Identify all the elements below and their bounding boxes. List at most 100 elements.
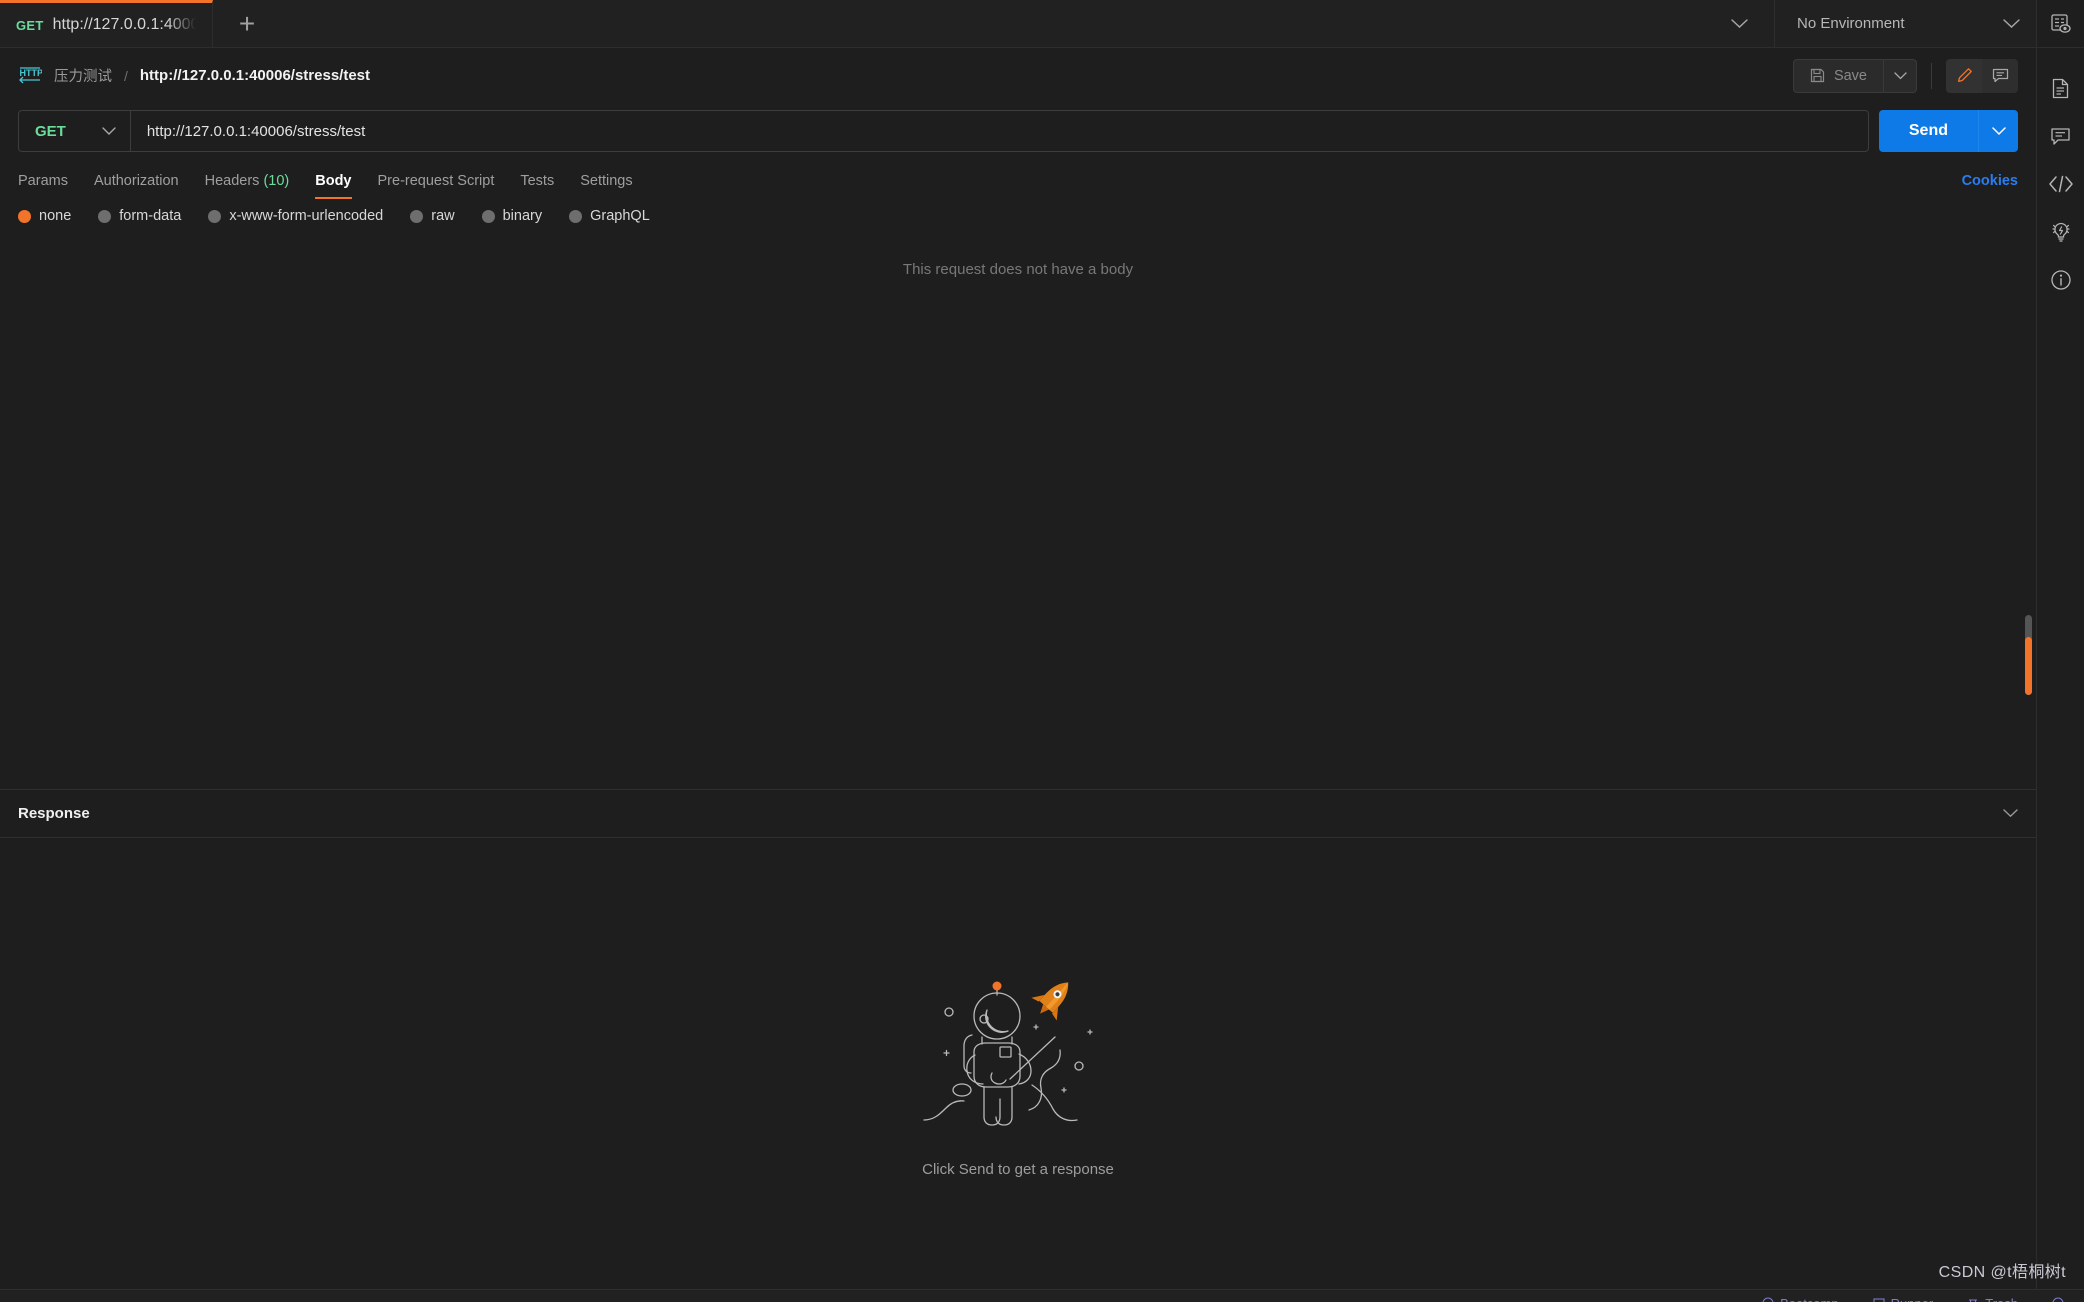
main-column: GET http://127.0.0.1:40006/stress/test +… [0,0,2036,1302]
cookies-link[interactable]: Cookies [1962,173,2018,199]
tab-tests[interactable]: Tests [507,173,567,199]
tab-params[interactable]: Params [18,173,81,199]
lightbulb-info-icon [2050,221,2072,243]
help-icon [2052,1297,2064,1302]
status-bar-right-group: Bootcamp Runner Trash [1762,1290,2084,1302]
body-type-urlencoded[interactable]: x-www-form-urlencoded [208,208,383,224]
radio-dot-icon [410,209,424,223]
svg-text:HTTP: HTTP [20,68,43,78]
status-bar-bootcamp[interactable]: Bootcamp [1762,1296,1839,1302]
tab-pre-request-script-label: Pre-request Script [377,173,495,189]
tab-list-chevron-button[interactable] [1704,0,1774,47]
body-type-none[interactable]: none [18,208,71,224]
scrollbar-thumb[interactable] [2025,637,2032,695]
radio-dot-icon [569,209,583,223]
tab-settings-label: Settings [580,173,633,189]
lightbulb-info-button[interactable] [2037,208,2084,256]
divider [1931,62,1932,89]
tab-body[interactable]: Body [302,173,364,199]
save-button-group: Save [1792,58,1917,93]
body-type-binary[interactable]: binary [481,208,543,224]
documentation-button[interactable] [2037,64,2084,112]
environment-quick-look-button[interactable] [2036,0,2084,48]
pencil-icon [1956,67,1973,84]
body-type-urlencoded-label: x-www-form-urlencoded [229,208,384,224]
tab-pre-request-script[interactable]: Pre-request Script [365,173,508,199]
tab-headers[interactable]: Headers (10) [192,173,303,199]
chevron-down-icon [1991,126,2006,136]
comment-button[interactable] [1982,58,2018,93]
tab-settings[interactable]: Settings [567,173,645,199]
body-type-none-label: none [39,208,72,224]
body-type-binary-label: binary [502,208,543,224]
radio-dot-icon [18,209,31,223]
url-input[interactable] [130,111,1868,151]
body-empty-message: This request does not have a body [902,261,1134,278]
breadcrumb-actions: Save [1792,58,2018,93]
send-options-button[interactable] [1978,110,2018,152]
documentation-icon [2050,78,2071,99]
method-label: GET [35,122,66,140]
postman-window: GET http://127.0.0.1:40006/stress/test +… [0,0,2084,1302]
info-button[interactable] [2037,256,2084,304]
comments-button[interactable] [2037,112,2084,160]
breadcrumb-folder-label[interactable]: 压力测试 [54,65,112,86]
radio-dot-icon [208,209,222,223]
edit-comment-group [1946,58,2018,93]
comments-icon [2050,126,2071,147]
status-bar-trash-label: Trash [1985,1296,2018,1302]
response-empty-state: Click Send to get a response [0,838,2036,1295]
tab-bar: GET http://127.0.0.1:40006/stress/test +… [0,0,2036,48]
response-title: Response [18,805,90,822]
url-field-wrapper: GET [18,110,1869,152]
breadcrumb-separator: / [124,67,128,84]
status-bar-trash[interactable]: Trash [1967,1296,2018,1302]
code-snippet-button[interactable] [2037,160,2084,208]
vertical-scrollbar[interactable] [2025,615,2032,695]
request-tab[interactable]: GET http://127.0.0.1:40006/stress/test [0,0,213,47]
body-type-raw-label: raw [431,208,455,224]
comment-icon [1992,67,2009,84]
request-detail-tabs: Params Authorization Headers (10) Body P… [0,159,2036,199]
body-type-raw[interactable]: raw [410,208,455,224]
save-button[interactable]: Save [1792,58,1883,93]
response-header: Response [0,790,2036,838]
breadcrumb-row: HTTP 压力测试 / http://127.0.0.1:40006/stres… [0,48,2036,103]
page-title: http://127.0.0.1:40006/stress/test [139,67,371,84]
body-type-graphql[interactable]: GraphQL [569,208,650,224]
status-bar-bootcamp-label: Bootcamp [1780,1296,1839,1302]
floppy-disk-icon [1810,68,1825,83]
breadcrumb: HTTP 压力测试 / http://127.0.0.1:40006/stres… [18,65,370,87]
chevron-down-icon [1893,71,1907,80]
status-bar-runner-label: Runner [1891,1296,1934,1302]
bootcamp-icon [1762,1297,1774,1302]
runner-icon [1873,1297,1885,1302]
save-options-button[interactable] [1883,58,1917,93]
environment-selector[interactable]: No Environment [1774,0,2036,47]
new-tab-button[interactable]: + [213,0,281,47]
tab-method-label: GET [16,17,44,33]
tab-params-label: Params [18,173,68,189]
body-type-form-data-label: form-data [119,208,182,224]
csdn-watermark: CSDN @t梧桐树t [1938,1264,2066,1281]
response-collapse-button[interactable] [2003,809,2018,818]
tab-title-label: http://127.0.0.1:40006/stress/test [52,16,196,33]
tab-tests-label: Tests [520,173,555,189]
body-type-form-data[interactable]: form-data [98,208,181,224]
environment-quick-look-icon [2050,13,2072,35]
right-sidebar [2036,0,2084,1302]
environment-label: No Environment [1797,15,1905,32]
tab-headers-label: Headers [204,173,260,189]
tab-authorization[interactable]: Authorization [81,173,192,199]
method-selector[interactable]: GET [19,111,131,151]
status-bar-help[interactable] [2052,1297,2064,1302]
status-bar: Bootcamp Runner Trash [0,1289,2084,1302]
send-button[interactable]: Send [1878,110,1978,152]
tab-authorization-label: Authorization [93,173,179,189]
request-body-area: This request does not have a body [0,224,2036,789]
response-empty-hint: Click Send to get a response [922,1161,1114,1178]
send-button-group: Send [1878,110,2018,152]
status-bar-runner[interactable]: Runner [1873,1296,1934,1302]
edit-button[interactable] [1946,58,1982,93]
tab-headers-count: (10) [263,173,290,189]
